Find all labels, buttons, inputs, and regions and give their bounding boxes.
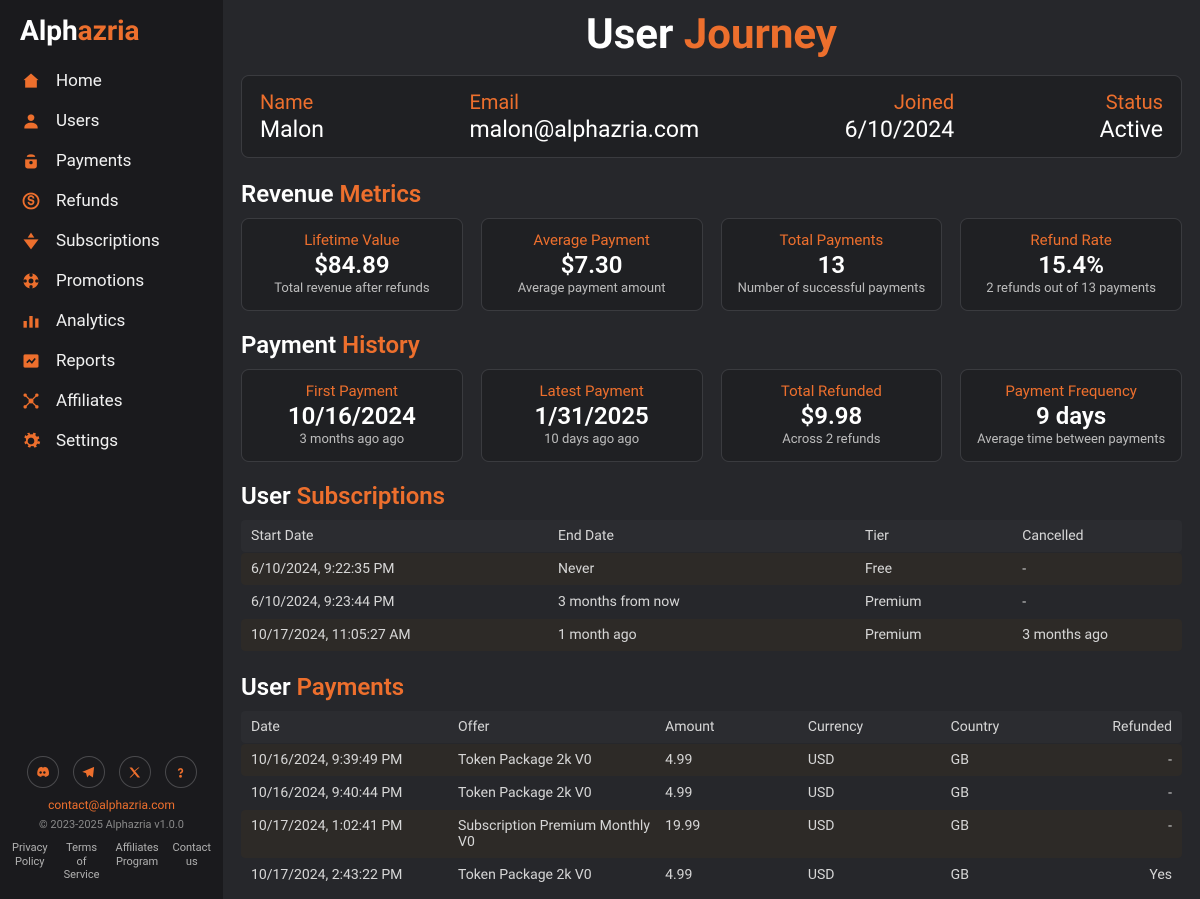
footer-link-affiliates[interactable]: Affiliates Program (116, 841, 159, 881)
sidebar: Alphazria Home Users Payments Refunds Su… (0, 0, 223, 899)
card-total-payments: Total Payments 13 Number of successful p… (721, 218, 943, 311)
table-row[interactable]: 6/10/2024, 9:23:44 PM3 months from nowPr… (241, 586, 1182, 618)
sidebar-item-subscriptions[interactable]: Subscriptions (0, 221, 223, 261)
table-row[interactable]: 10/17/2024, 11:05:27 AM1 month agoPremiu… (241, 619, 1182, 651)
sidebar-item-label: Payments (56, 151, 131, 171)
card-first-payment: First Payment 10/16/2024 3 months ago ag… (241, 369, 463, 462)
sidebar-item-refunds[interactable]: Refunds (0, 181, 223, 221)
page-title: User Journey (241, 10, 1182, 59)
table-header: Start Date End Date Tier Cancelled (241, 520, 1182, 552)
info-name: Name Malon (260, 90, 324, 143)
table-row[interactable]: 10/17/2024, 2:43:22 PMToken Package 2k V… (241, 859, 1182, 891)
brand-logo[interactable]: Alphazria (0, 14, 223, 61)
sidebar-item-label: Reports (56, 351, 115, 371)
sidebar-item-analytics[interactable]: Analytics (0, 301, 223, 341)
sidebar-item-label: Settings (56, 431, 118, 451)
sidebar-item-users[interactable]: Users (0, 101, 223, 141)
x-twitter-icon[interactable] (119, 756, 151, 788)
sidebar-footer: contact@alphazria.com © 2023-2025 Alphaz… (0, 756, 223, 889)
sidebar-item-label: Subscriptions (56, 231, 160, 251)
affiliates-icon (20, 390, 42, 412)
card-average-payment: Average Payment $7.30 Average payment am… (481, 218, 703, 311)
section-payment-history: Payment History (241, 331, 1182, 359)
card-latest-payment: Latest Payment 1/31/2025 10 days ago ago (481, 369, 703, 462)
brand-part1: Alph (20, 14, 78, 47)
help-icon[interactable] (165, 756, 197, 788)
card-payment-frequency: Payment Frequency 9 days Average time be… (960, 369, 1182, 462)
telegram-icon[interactable] (73, 756, 105, 788)
footer-link-terms[interactable]: Terms of Service (62, 841, 102, 881)
info-email: Email malon@alphazria.com (470, 90, 700, 143)
sidebar-item-label: Home (56, 71, 102, 91)
reports-icon (20, 350, 42, 372)
footer-link-contact[interactable]: Contact us (173, 841, 211, 881)
card-lifetime-value: Lifetime Value $84.89 Total revenue afte… (241, 218, 463, 311)
contact-email[interactable]: contact@alphazria.com (12, 798, 211, 812)
table-row[interactable]: 6/10/2024, 9:22:35 PMNeverFree- (241, 553, 1182, 585)
sidebar-item-home[interactable]: Home (0, 61, 223, 101)
sidebar-item-label: Promotions (56, 271, 144, 291)
sidebar-item-payments[interactable]: Payments (0, 141, 223, 181)
main-content: User Journey Name Malon Email malon@alph… (223, 0, 1200, 899)
section-user-payments: User Payments (241, 673, 1182, 701)
payments-table: Date Offer Amount Currency Country Refun… (241, 711, 1182, 891)
refunds-icon (20, 190, 42, 212)
info-status: Status Active (1100, 90, 1163, 143)
sidebar-item-label: Refunds (56, 191, 119, 211)
home-icon (20, 70, 42, 92)
footer-link-privacy[interactable]: Privacy Policy (12, 841, 48, 881)
sidebar-item-label: Affiliates (56, 391, 122, 411)
sidebar-item-label: Users (56, 111, 99, 131)
section-user-subscriptions: User Subscriptions (241, 482, 1182, 510)
promotions-icon (20, 270, 42, 292)
user-info-bar: Name Malon Email malon@alphazria.com Joi… (241, 75, 1182, 158)
table-row[interactable]: 10/16/2024, 9:39:49 PMToken Package 2k V… (241, 744, 1182, 776)
table-header: Date Offer Amount Currency Country Refun… (241, 711, 1182, 743)
gear-icon (20, 430, 42, 452)
info-joined: Joined 6/10/2024 (845, 90, 954, 143)
users-icon (20, 110, 42, 132)
card-refund-rate: Refund Rate 15.4% 2 refunds out of 13 pa… (960, 218, 1182, 311)
sidebar-item-settings[interactable]: Settings (0, 421, 223, 461)
sidebar-item-promotions[interactable]: Promotions (0, 261, 223, 301)
subscriptions-table: Start Date End Date Tier Cancelled 6/10/… (241, 520, 1182, 651)
sidebar-item-affiliates[interactable]: Affiliates (0, 381, 223, 421)
discord-icon[interactable] (27, 756, 59, 788)
sidebar-item-label: Analytics (56, 311, 125, 331)
table-row[interactable]: 10/16/2024, 9:40:44 PMToken Package 2k V… (241, 777, 1182, 809)
copyright: © 2023-2025 Alphazria v1.0.0 (12, 818, 211, 831)
subscriptions-icon (20, 230, 42, 252)
card-total-refunded: Total Refunded $9.98 Across 2 refunds (721, 369, 943, 462)
section-revenue-metrics: Revenue Metrics (241, 180, 1182, 208)
sidebar-nav: Home Users Payments Refunds Subscription… (0, 61, 223, 756)
table-row[interactable]: 10/17/2024, 1:02:41 PMSubscription Premi… (241, 810, 1182, 858)
analytics-icon (20, 310, 42, 332)
brand-part2: azria (78, 14, 140, 47)
payments-icon (20, 150, 42, 172)
sidebar-item-reports[interactable]: Reports (0, 341, 223, 381)
